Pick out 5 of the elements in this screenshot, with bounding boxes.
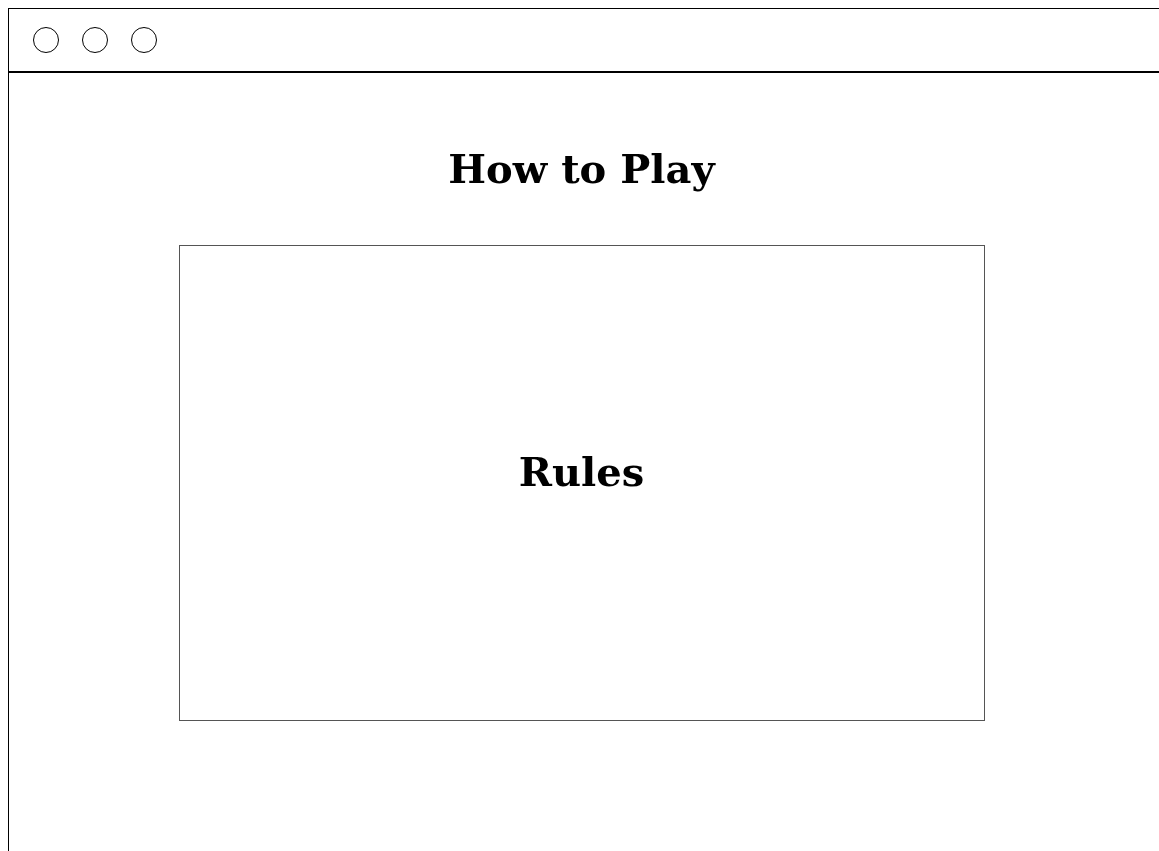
window-control-button[interactable] xyxy=(33,27,59,53)
page-title: How to Play xyxy=(448,145,715,193)
panel-heading: Rules xyxy=(518,447,645,495)
window-control-button[interactable] xyxy=(82,27,108,53)
window-control-button[interactable] xyxy=(131,27,157,53)
